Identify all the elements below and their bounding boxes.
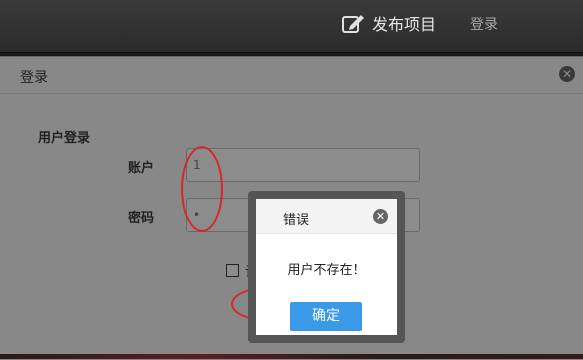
remember-checkbox[interactable]: [226, 264, 239, 277]
page-background-edge: [0, 354, 583, 359]
error-message: 用户不存在！: [287, 263, 366, 278]
publish-project-link[interactable]: 发布项目: [342, 10, 436, 36]
login-modal-title: 登录: [20, 70, 48, 86]
error-dialog-frame: 错误 ✕ 用户不存在！ 确定: [248, 191, 405, 343]
error-dialog-title: 错误: [283, 213, 310, 228]
nav-login-link[interactable]: 登录: [470, 14, 498, 34]
account-input[interactable]: 1: [186, 148, 420, 182]
pencil-edit-icon: [342, 12, 366, 34]
error-dialog-header: 错误 ✕: [256, 199, 397, 234]
publish-project-label: 发布项目: [372, 15, 437, 34]
error-dialog: 错误 ✕ 用户不存在！ 确定: [256, 199, 397, 335]
ok-button[interactable]: 确定: [290, 302, 362, 331]
login-modal: 登录 ✕ 用户登录 账户 1 密码 • 记 提交 错误 ✕ 用户不存在！ 确定: [0, 56, 583, 360]
close-icon[interactable]: ✕: [559, 66, 575, 82]
close-icon[interactable]: ✕: [373, 209, 388, 224]
top-navbar: 发布项目 登录: [0, 0, 583, 53]
user-login-heading: 用户登录: [38, 131, 91, 146]
password-label: 密码: [128, 211, 155, 226]
account-label: 账户: [128, 161, 155, 176]
login-modal-header: 登录 ✕: [0, 57, 583, 94]
